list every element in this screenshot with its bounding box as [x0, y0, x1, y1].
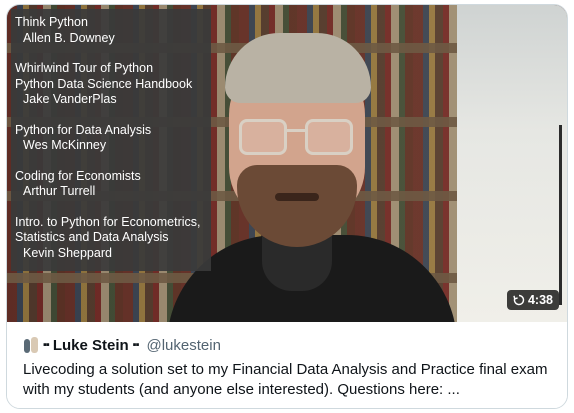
window-background [457, 5, 567, 322]
book-author: Arthur Turrell [23, 184, 96, 198]
book-item: Intro. to Python for Econometrics, Stati… [15, 215, 207, 262]
glasses-lens [305, 119, 353, 155]
glasses-lens [239, 119, 287, 155]
glasses-bridge [285, 129, 307, 132]
book-title: Intro. to Python for Econometrics, [15, 214, 201, 229]
book-author: Allen B. Downey [23, 30, 115, 45]
book-list-overlay: Think Python Allen B. Downey Whirlwind T… [11, 9, 211, 271]
book-title: Statistics and Data Analysis [15, 230, 169, 244]
display-name[interactable]: Luke Stein [53, 337, 129, 354]
book-item: Think Python Allen B. Downey [15, 15, 207, 46]
book-item: Python for Data Analysis Wes McKinney [15, 123, 207, 154]
glasses [239, 119, 357, 159]
flag-icon: ▪▪ [132, 339, 140, 351]
book-title: Whirlwind Tour of Python [15, 61, 154, 75]
flag-icon: ▪▪ [43, 339, 50, 351]
user-handle[interactable]: @lukestein [146, 337, 220, 354]
lamp-pole [559, 125, 562, 305]
book-title: Python Data Science Handbook [15, 76, 193, 91]
book-title: Think Python [15, 15, 88, 29]
tweet-card[interactable]: Think Python Allen B. Downey Whirlwind T… [6, 4, 568, 409]
book-author: Wes McKinney [23, 138, 107, 152]
book-title: Python for Data Analysis [15, 122, 152, 137]
mouth [275, 193, 319, 201]
book-author: Jake VanderPlas [23, 92, 117, 106]
tweet-body[interactable]: ▪▪ Luke Stein ▪▪ @lukestein Livecoding a… [7, 322, 567, 408]
hair [225, 33, 371, 103]
tweet-author[interactable]: ▪▪ Luke Stein ▪▪ @lukestein [23, 336, 221, 354]
book-title: Coding for Economists [15, 168, 141, 183]
book-item: Coding for Economists Arthur Turrell [15, 169, 207, 200]
book-author: Kevin Sheppard [23, 245, 112, 260]
video-duration-badge: 4:38 [506, 290, 559, 310]
video-thumbnail[interactable]: Think Python Allen B. Downey Whirlwind T… [7, 5, 567, 322]
avatar[interactable] [23, 336, 39, 354]
video-duration: 4:38 [527, 293, 553, 307]
tweet-text: Livecoding a solution set to my Financia… [23, 361, 548, 398]
book-item: Whirlwind Tour of Python Python Data Sci… [15, 61, 207, 108]
replay-icon [513, 294, 525, 306]
